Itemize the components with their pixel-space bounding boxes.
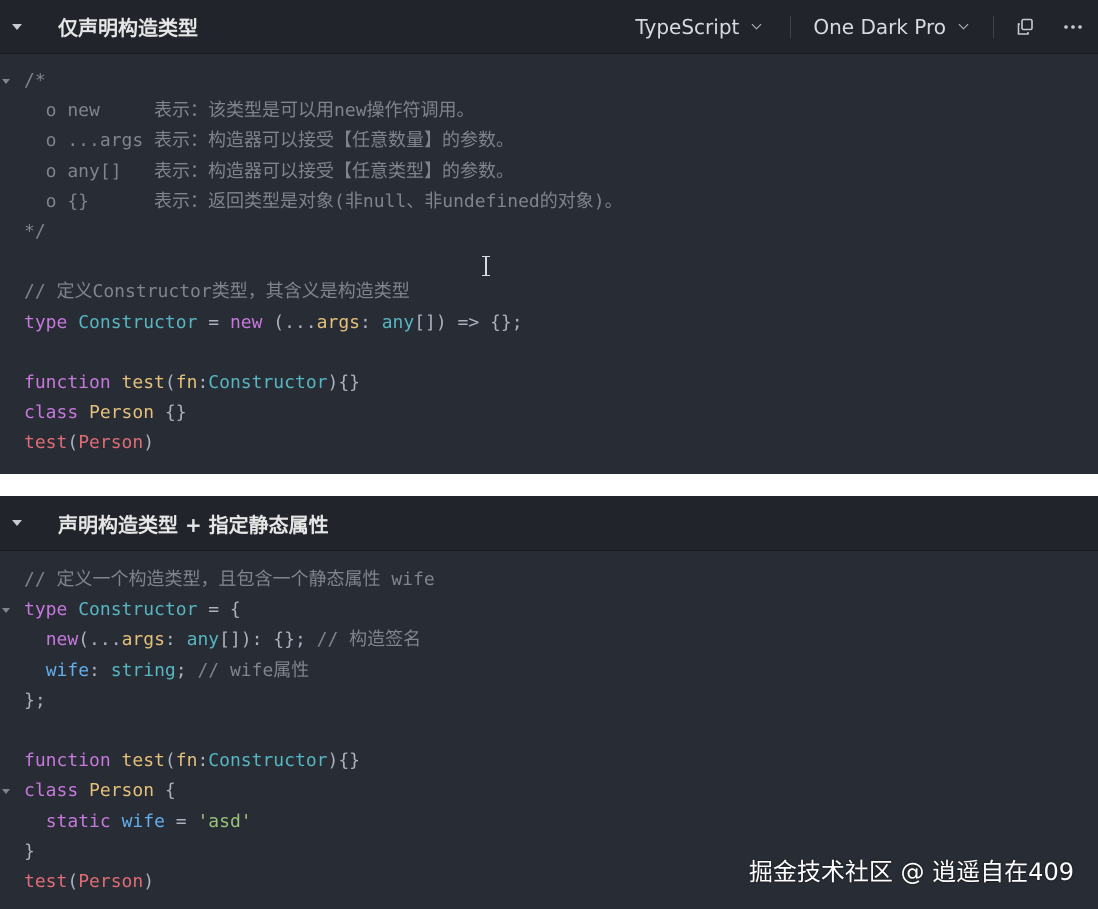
code-line: type Constructor = { (0, 595, 1098, 625)
code-line: function test(fn:Constructor){} (24, 750, 361, 772)
code-line: class Person {} (24, 402, 187, 424)
collapse-caret-icon[interactable] (12, 520, 22, 526)
code-line: o new 表示：该类型是可以用new操作符调用。 (24, 100, 475, 122)
code-editor[interactable]: /* o new 表示：该类型是可以用new操作符调用。 o ...args 表… (0, 66, 1098, 458)
code-block-2: 声明构造类型 + 指定静态属性 // 定义一个构造类型，且包含一个静态属性 wi… (0, 496, 1098, 909)
fold-caret-icon[interactable] (2, 789, 10, 795)
code-block-title: 声明构造类型 + 指定静态属性 (58, 512, 329, 537)
code-line: // 定义一个构造类型，且包含一个静态属性 wife (24, 569, 435, 590)
theme-select-label: One Dark Pro (813, 14, 946, 39)
fold-caret-icon[interactable] (2, 608, 10, 614)
copy-icon (1017, 18, 1033, 35)
code-line: type Constructor = new (...args: any[]) … (24, 311, 523, 333)
chevron-down-icon (958, 19, 969, 30)
code-line: /* (0, 66, 1098, 96)
code-block-header: 声明构造类型 + 指定静态属性 (0, 496, 1098, 551)
theme-select[interactable]: One Dark Pro (813, 14, 969, 39)
code-line: o ...args 表示：构造器可以接受【任意数量】的参数。 (24, 130, 515, 152)
code-block-1: 仅声明构造类型 TypeScript One Dark Pro /* o new… (0, 0, 1098, 474)
copy-button[interactable] (1014, 16, 1036, 38)
language-select[interactable]: TypeScript (635, 14, 762, 39)
toolbar-divider (993, 15, 994, 38)
chevron-down-icon (751, 19, 762, 30)
watermark: 掘金技术社区 @ 逍遥自在409 (748, 858, 1074, 886)
code-line: wife: string; // wife属性 (45, 659, 310, 681)
collapse-caret-icon[interactable] (12, 23, 22, 30)
code-line: test(Person) (24, 432, 155, 454)
code-line: */ (24, 220, 46, 242)
code-line: static wife = 'asd' (45, 810, 252, 832)
code-line: o any[] 表示：构造器可以接受【任意类型】的参数。 (24, 160, 515, 182)
toolbar-divider (790, 15, 792, 38)
code-line: // 定义Constructor类型，其含义是构造类型 (24, 281, 410, 303)
code-block-toolbar: TypeScript One Dark Pro (635, 0, 1084, 53)
language-select-label: TypeScript (635, 14, 740, 39)
code-line: function test(fn:Constructor){} (24, 371, 361, 393)
code-line: }; (24, 689, 46, 711)
code-block-header: 仅声明构造类型 TypeScript One Dark Pro (0, 0, 1098, 54)
code-line: class Person { (0, 776, 1098, 806)
code-line: o {} 表示：返回类型是对象(非null、非undefined的对象)。 (24, 190, 623, 212)
more-options-button[interactable] (1062, 16, 1084, 38)
code-block-title: 仅声明构造类型 (58, 16, 198, 40)
ellipsis-icon (1064, 24, 1082, 29)
code-line: new(...args: any[]): {}; // 构造签名 (45, 629, 422, 651)
fold-caret-icon[interactable] (2, 79, 10, 84)
text-cursor-icon (481, 256, 491, 276)
code-editor[interactable]: // 定义一个构造类型，且包含一个静态属性 wife type Construc… (0, 565, 1098, 897)
